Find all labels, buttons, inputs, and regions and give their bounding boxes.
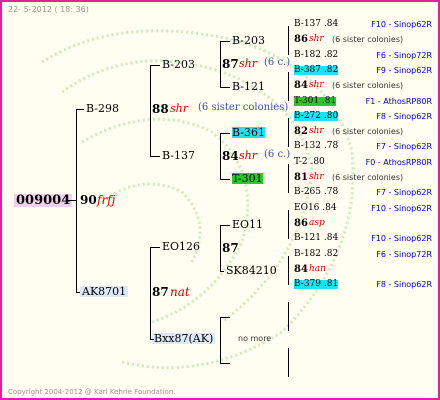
g2-node-b137[interactable]: B-137: [162, 150, 195, 161]
leaf-name[interactable]: B-272 .80: [294, 112, 339, 121]
g3-node-b121[interactable]: B-121: [232, 81, 265, 92]
g3-node-eo11[interactable]: EO11: [232, 219, 263, 230]
leaf-name[interactable]: EO16 .84: [294, 204, 337, 213]
dam-year: 88: [152, 102, 169, 116]
dam-breeder: shr: [170, 102, 188, 115]
leaf-location: F10 - Sinop62R: [371, 20, 432, 29]
pedigree-panel: 22- 5-2012 ( 18: 36) 009004 90 frfj B-29…: [0, 0, 440, 400]
leaf-name[interactable]: T-2 .80: [294, 158, 325, 167]
dam-sister-colonies: (6 sister colonies): [198, 102, 289, 113]
g3-2-year: 87: [222, 241, 239, 255]
leaf-name[interactable]: T-301 .81: [294, 97, 337, 106]
leaf-sister-colonies: (6 sister colonies): [332, 173, 404, 182]
g3-node-t301[interactable]: T-301: [232, 173, 263, 184]
leaf-breeder: shr: [309, 34, 324, 44]
leaf-sister-colonies: (6 sister colonies): [332, 127, 404, 136]
root-year: 90: [80, 193, 97, 207]
leaf-sister-colonies: (6 sister colonies): [332, 81, 404, 90]
leaf-location: F8 - Sinop62R: [376, 280, 432, 289]
g3-node-sk84210[interactable]: SK84210: [226, 265, 277, 276]
g3-node-b361[interactable]: B-361: [232, 127, 265, 138]
leaf-name[interactable]: B-182 .82: [294, 250, 338, 259]
g3-1-sisters: (6 c.): [264, 149, 291, 160]
leaf-year: 84: [294, 264, 308, 275]
g3-0-sisters: (6 c.): [264, 57, 291, 68]
leaf-location: F6 - Sinop72R: [376, 250, 432, 259]
leaf-name[interactable]: B-121 .84: [294, 234, 338, 243]
leaf-breeder: shr: [309, 126, 324, 136]
leaf-breeder: shr: [309, 80, 324, 90]
g2-node-eo126[interactable]: EO126: [162, 241, 200, 252]
leaf-year: 86: [294, 218, 308, 229]
leaf-location: F0 - AthosRP80R: [365, 158, 432, 167]
leaf-sister-colonies: (6 sister colonies): [332, 35, 404, 44]
leaf-breeder: shr: [309, 172, 324, 182]
leaf-year: 84: [294, 80, 308, 91]
g3-1-breeder: shr: [239, 149, 257, 162]
leaf-name[interactable]: B-265 .78: [294, 188, 338, 197]
leaf-location: F7 - Sinop62R: [376, 188, 432, 197]
leaf-name[interactable]: B-182 .82: [294, 51, 338, 60]
leaf-year: 82: [294, 126, 308, 137]
header-date: 22- 5-2012 ( 18: 36): [8, 5, 89, 14]
g3-1-year: 84: [222, 149, 239, 163]
leaf-name[interactable]: B-379 .81: [294, 280, 339, 289]
leaf-year: 81: [294, 172, 308, 183]
leaf-name[interactable]: B-132 .78: [294, 142, 338, 151]
leaf-location: F10 - Sinop62R: [371, 204, 432, 213]
g2-node-bxx87[interactable]: Bxx87(AK): [152, 333, 216, 344]
g3-0-breeder: shr: [239, 57, 257, 70]
leaf-name[interactable]: B-137 .84: [294, 20, 338, 29]
leaf-breeder: asp: [309, 218, 325, 228]
leaf-location: F7 - Sinop62R: [376, 142, 432, 151]
leaf-location: F1 - AthosRP80R: [365, 97, 432, 106]
leaf-name[interactable]: B-387 .82: [294, 66, 339, 75]
leaf-location: F9 - Sinop62R: [376, 66, 432, 75]
g3-node-b203[interactable]: B-203: [232, 35, 265, 46]
leaf-location: F6 - Sinop72R: [376, 51, 432, 60]
leaf-year: 86: [294, 34, 308, 45]
sire-year: 87: [152, 285, 169, 299]
g3-3-no-more: no more: [238, 334, 272, 343]
g2-node-b203[interactable]: B-203: [162, 59, 195, 70]
root-queen[interactable]: 009004: [14, 194, 73, 207]
root-breeder: frfj: [97, 193, 116, 207]
g3-0-year: 87: [222, 57, 239, 71]
leaf-location: F10 - Sinop62R: [371, 234, 432, 243]
sire-name[interactable]: AK8701: [80, 286, 129, 297]
copyright: Copyright 2004-2012 @ Karl Kehrle Founda…: [8, 388, 176, 396]
sire-breeder: nat: [170, 285, 190, 299]
dam-name[interactable]: B-298: [86, 103, 119, 114]
leaf-breeder: han: [309, 264, 326, 274]
leaf-location: F8 - Sinop62R: [376, 112, 432, 121]
